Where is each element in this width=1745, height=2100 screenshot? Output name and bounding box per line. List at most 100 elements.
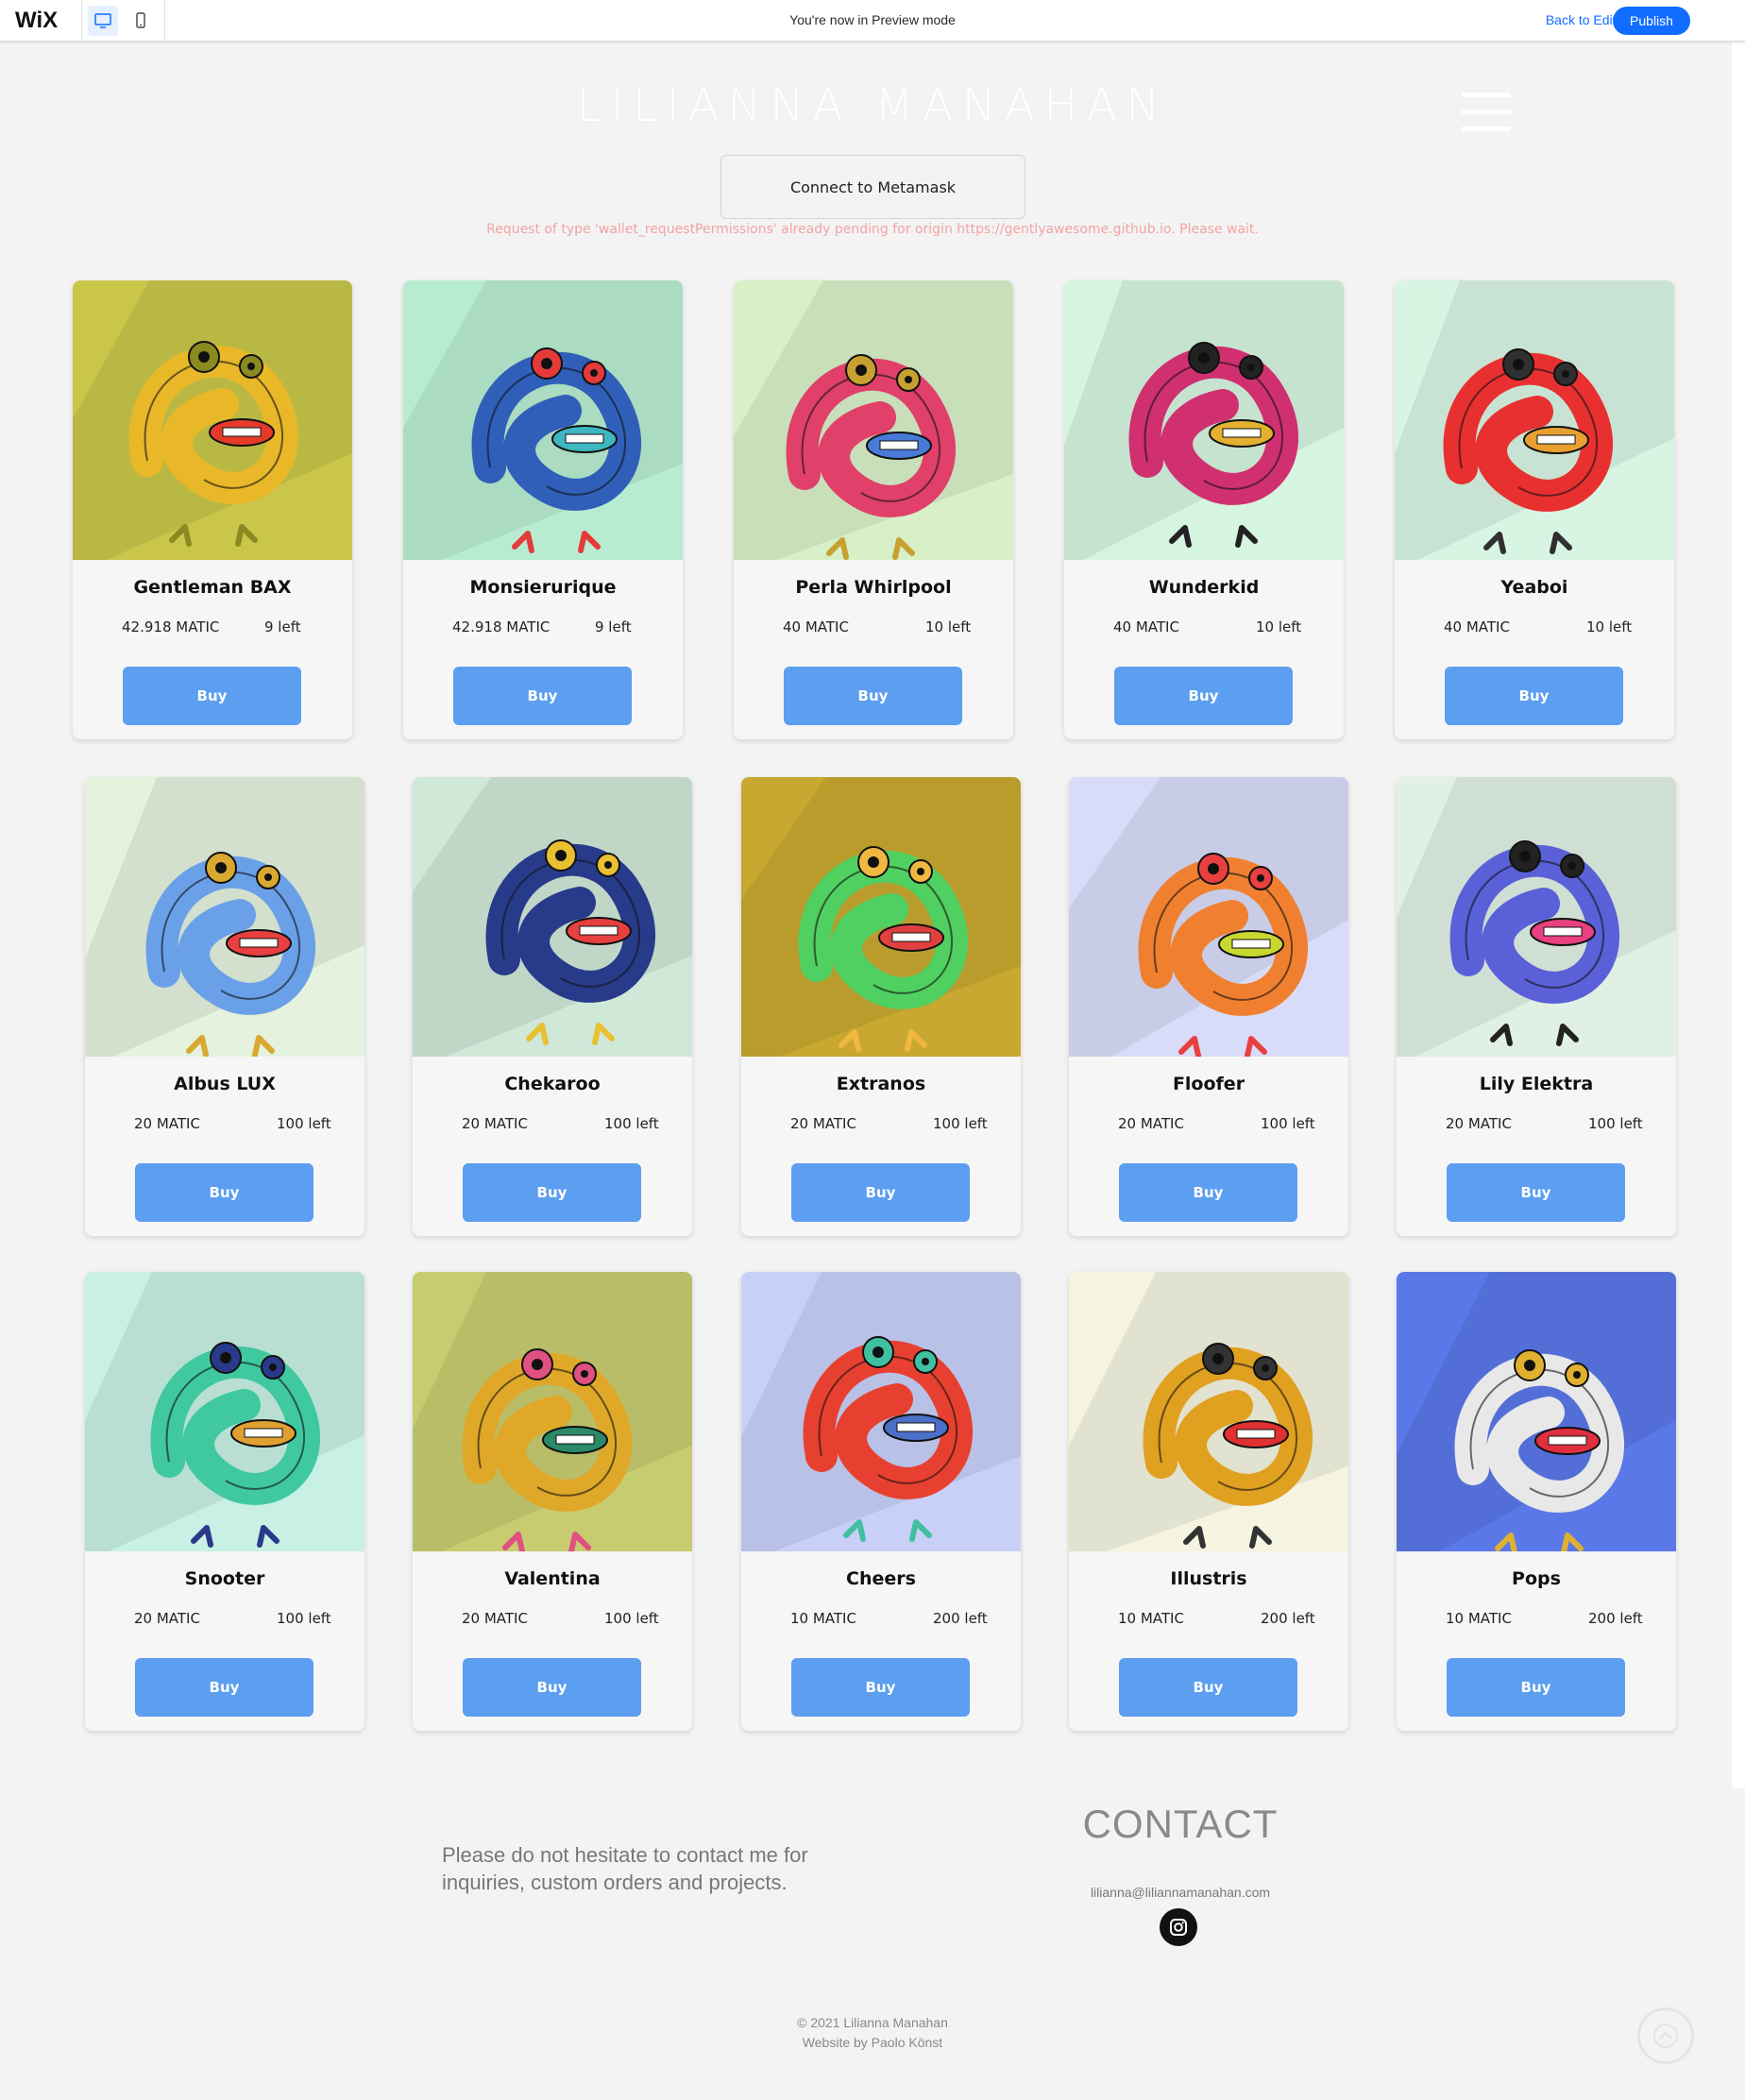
buy-button[interactable]: Buy (1445, 667, 1623, 725)
nft-remaining: 10 left (925, 618, 972, 635)
nft-remaining: 200 left (933, 1610, 988, 1627)
nft-artwork[interactable] (403, 280, 683, 560)
footer: © 2021 Lilianna Manahan Website by Paolo… (0, 2013, 1745, 2053)
nft-price: 40 MATIC (1444, 618, 1510, 635)
buy-button[interactable]: Buy (1119, 1658, 1297, 1717)
nft-remaining: 200 left (1588, 1610, 1643, 1627)
nft-name: Monsierurique (469, 577, 617, 598)
nft-name: Gentleman BAX (133, 577, 292, 598)
nft-name: Yeaboi (1500, 577, 1568, 598)
nft-name: Valentina (504, 1568, 601, 1589)
nft-artwork[interactable] (413, 777, 692, 1057)
nft-remaining: 100 left (933, 1115, 988, 1132)
buy-button[interactable]: Buy (463, 1163, 641, 1222)
nft-card: Illustris 10 MATIC 200 left Buy (1069, 1272, 1348, 1731)
nft-price: 10 MATIC (1446, 1610, 1512, 1627)
nft-artwork[interactable] (413, 1272, 692, 1551)
buy-button[interactable]: Buy (453, 667, 632, 725)
buy-button[interactable]: Buy (463, 1658, 641, 1717)
nft-price: 20 MATIC (790, 1115, 856, 1132)
buy-button[interactable]: Buy (784, 667, 962, 725)
nft-artwork[interactable] (1069, 1272, 1348, 1551)
nft-card: Wunderkid 40 MATIC 10 left Buy (1064, 280, 1344, 739)
nft-remaining: 200 left (1261, 1610, 1315, 1627)
nft-name: Floofer (1172, 1074, 1245, 1094)
nft-card: Monsierurique 42.918 MATIC 9 left Buy (403, 280, 683, 739)
nft-remaining: 100 left (1588, 1115, 1643, 1132)
buy-button[interactable]: Buy (791, 1658, 970, 1717)
nft-artwork[interactable] (85, 777, 364, 1057)
nft-name: Lily Elektra (1479, 1074, 1594, 1094)
nft-card: Yeaboi 40 MATIC 10 left Buy (1395, 280, 1674, 739)
nft-price: 20 MATIC (462, 1610, 528, 1627)
buy-button[interactable]: Buy (135, 1658, 313, 1717)
nft-artwork[interactable] (1395, 280, 1674, 560)
nft-card: Floofer 20 MATIC 100 left Buy (1069, 777, 1348, 1236)
publish-button[interactable]: Publish (1613, 7, 1690, 35)
nft-price: 20 MATIC (1446, 1115, 1512, 1132)
buy-button[interactable]: Buy (1447, 1163, 1625, 1222)
nft-price: 42.918 MATIC (122, 618, 220, 635)
buy-button[interactable]: Buy (791, 1163, 970, 1222)
nft-card: Lily Elektra 20 MATIC 100 left Buy (1397, 777, 1676, 1236)
nft-card: Albus LUX 20 MATIC 100 left Buy (85, 777, 364, 1236)
nft-name: Chekaroo (504, 1074, 601, 1094)
nft-remaining: 9 left (264, 618, 301, 635)
buy-button[interactable]: Buy (1447, 1658, 1625, 1717)
nft-card: Pops 10 MATIC 200 left Buy (1397, 1272, 1676, 1731)
nft-price: 20 MATIC (1118, 1115, 1184, 1132)
nft-name: Albus LUX (174, 1074, 276, 1094)
nft-name: Wunderkid (1148, 577, 1260, 598)
buy-button[interactable]: Buy (135, 1163, 313, 1222)
nft-card: Chekaroo 20 MATIC 100 left Buy (413, 777, 692, 1236)
contact-description: Please do not hesitate to contact me for… (442, 1843, 808, 1894)
nft-artwork[interactable] (1397, 777, 1676, 1057)
buy-button[interactable]: Buy (123, 667, 301, 725)
connect-metamask-button[interactable]: Connect to Metamask (720, 155, 1025, 219)
page-edge (1732, 42, 1745, 1788)
wallet-error-message: Request of type 'wallet_requestPermissio… (486, 222, 1259, 237)
buy-button[interactable]: Buy (1114, 667, 1293, 725)
nft-artwork[interactable] (1397, 1272, 1676, 1551)
nft-name: Cheers (846, 1568, 916, 1589)
nft-remaining: 9 left (595, 618, 632, 635)
nft-name: Illustris (1170, 1568, 1247, 1589)
nft-remaining: 100 left (277, 1610, 331, 1627)
nft-price: 42.918 MATIC (452, 618, 551, 635)
nft-name: Pops (1512, 1568, 1561, 1589)
buy-button[interactable]: Buy (1119, 1163, 1297, 1222)
nft-artwork[interactable] (734, 280, 1013, 560)
nft-card: Snooter 20 MATIC 100 left Buy (85, 1272, 364, 1731)
nft-card: Valentina 20 MATIC 100 left Buy (413, 1272, 692, 1731)
scroll-to-top-icon[interactable] (1637, 2007, 1694, 2064)
nft-artwork[interactable] (741, 1272, 1021, 1551)
nft-artwork[interactable] (85, 1272, 364, 1551)
wix-preview-bar: WiX You're now in Preview mode Back to E… (0, 0, 1745, 42)
nft-remaining: 100 left (604, 1115, 659, 1132)
nft-price: 40 MATIC (1113, 618, 1179, 635)
nft-price: 20 MATIC (134, 1115, 200, 1132)
nft-price: 10 MATIC (790, 1610, 856, 1627)
nft-remaining: 10 left (1256, 618, 1302, 635)
nft-artwork[interactable] (1064, 280, 1344, 560)
nft-card: Perla Whirlpool 40 MATIC 10 left Buy (734, 280, 1013, 739)
nft-card: Cheers 10 MATIC 200 left Buy (741, 1272, 1021, 1731)
nft-artwork[interactable] (1069, 777, 1348, 1057)
nft-name: Extranos (836, 1074, 926, 1094)
nft-name: Snooter (184, 1568, 265, 1589)
nft-remaining: 100 left (604, 1610, 659, 1627)
nft-price: 10 MATIC (1118, 1610, 1184, 1627)
nft-price: 20 MATIC (134, 1610, 200, 1627)
menu-icon[interactable] (1462, 93, 1511, 132)
nft-remaining: 100 left (1261, 1115, 1315, 1132)
instagram-icon[interactable] (1160, 1908, 1197, 1946)
nft-artwork[interactable] (741, 777, 1021, 1057)
nft-price: 40 MATIC (783, 618, 849, 635)
nft-name: Perla Whirlpool (795, 577, 952, 598)
nft-card: Gentleman BAX 42.918 MATIC 9 left Buy (73, 280, 352, 739)
nft-remaining: 100 left (277, 1115, 331, 1132)
nft-artwork[interactable] (73, 280, 352, 560)
preview-mode-label: You're now in Preview mode (789, 12, 956, 27)
contact-email[interactable]: lilianna@liliannamanahan.com (1039, 1885, 1322, 1900)
nft-remaining: 10 left (1586, 618, 1633, 635)
